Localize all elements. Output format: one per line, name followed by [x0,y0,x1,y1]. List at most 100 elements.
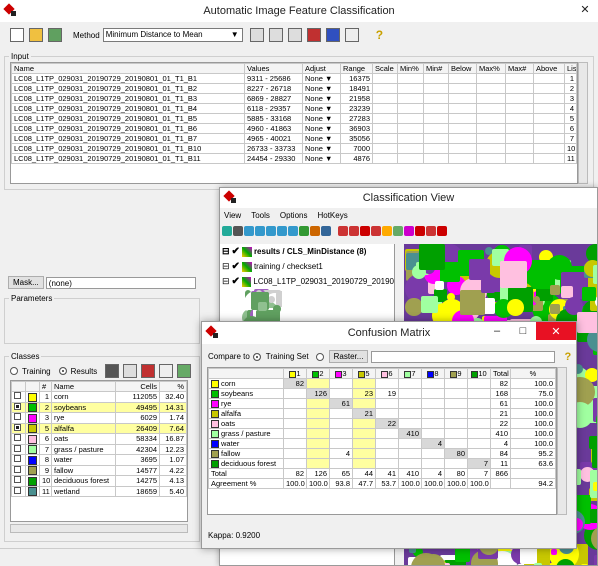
class-checkbox[interactable] [11,412,26,424]
expand-icon[interactable]: ⊟ [222,276,230,287]
layer-item[interactable]: ⊟ ✔ LC08_L1TP_029031_20190729_20190 [220,274,394,289]
maximize-icon[interactable]: □ [510,322,536,340]
method-select[interactable]: Minimum Distance to Mean ▼ [102,28,243,42]
raster-button[interactable]: Raster... [328,350,369,363]
class-row[interactable]: 3 rye 6029 1.74 [11,412,187,424]
matrix-row[interactable]: grass / pasture 410 410 100.0 [208,428,556,440]
table-row[interactable]: LC08_L1TP_029031_20190729_20190801_01_T1… [11,73,577,84]
classes-tool-icon[interactable] [141,364,156,378]
plot-icon[interactable] [344,28,359,42]
mask-value[interactable]: (none) [45,276,196,289]
expand-icon[interactable]: ⊟ [222,261,230,272]
new-icon[interactable] [10,28,24,42]
move-icon[interactable] [415,226,425,236]
grid-icon[interactable] [299,226,309,236]
tree-icon[interactable] [287,28,302,42]
matrix-column-header[interactable]: 7 [398,368,422,379]
input-column-header[interactable]: Above [533,63,565,74]
refresh-icon[interactable] [222,226,232,236]
layer-check-icon[interactable]: ✔ [232,276,240,287]
class-checkbox[interactable] [11,391,26,403]
zoom-full-icon[interactable] [244,226,254,236]
table-row[interactable]: LC08_L1TP_029031_20190729_20190801_01_T1… [11,123,577,134]
zoom-in-icon[interactable] [255,226,265,236]
matrix-row[interactable]: deciduous forest 7 11 63.6 [208,458,556,470]
class-color-swatch[interactable] [25,464,40,477]
matrix-row[interactable]: water 4 4 100.0 [208,438,556,450]
matrix-row[interactable]: soybeans 126 23 19 168 75.0 [208,388,556,400]
class-column-header[interactable]: % [159,381,187,392]
class-checkbox[interactable] [11,464,26,477]
band-adjust[interactable]: None ▼ [302,103,341,114]
zoom-prev-icon[interactable] [288,226,298,236]
class-color-swatch[interactable] [25,454,40,466]
class-row[interactable]: 6 oats 58334 16.87 [11,433,187,445]
class-column-header[interactable] [11,381,26,392]
pen-icon[interactable] [393,226,403,236]
table-row[interactable]: LC08_L1TP_029031_20190729_20190801_01_T1… [11,143,577,154]
matrix-row[interactable]: alfalfa 21 21 100.0 [208,408,556,420]
class-row[interactable]: 9 fallow 14577 4.22 [11,464,187,477]
raster-field[interactable] [371,350,556,363]
input-column-header[interactable]: Max# [505,63,534,74]
pin-icon[interactable] [382,226,392,236]
save-icon[interactable] [105,364,120,378]
class-row[interactable]: 11 wetland 18659 5.40 [11,485,187,498]
tool-icon[interactable] [426,226,436,236]
matrix-row[interactable]: corn 82 82 100.0 [208,377,556,390]
band-adjust[interactable]: None ▼ [302,73,341,84]
table-icon[interactable] [249,28,264,42]
class-column-header[interactable] [25,381,40,392]
class-row[interactable]: 1 corn 112055 32.40 [11,391,187,403]
class-color-swatch[interactable] [25,401,40,414]
input-column-header[interactable]: Min# [423,63,449,74]
matrix-column-header[interactable]: 8 [421,368,445,379]
table-row[interactable]: LC08_L1TP_029031_20190729_20190801_01_T1… [11,113,577,124]
measure-icon[interactable] [310,226,320,236]
layer-item[interactable]: ⊟ ✔ training / checkset1 [220,259,394,274]
minimize-icon[interactable]: – [484,322,510,340]
training-set-radio[interactable] [252,352,261,361]
input-column-header[interactable]: Max% [476,63,506,74]
class-checkbox[interactable] [11,485,26,498]
matrix-column-header[interactable]: Total [490,368,511,379]
class-color-swatch[interactable] [25,433,40,445]
class-row[interactable]: 5 alfalfa 26409 7.64 [11,422,187,435]
band-adjust[interactable]: None ▼ [302,123,341,134]
menu-item-hotkeys[interactable]: HotKeys [317,211,347,220]
class-checkbox[interactable] [11,401,26,414]
run-icon[interactable] [48,28,62,42]
add-layer-icon[interactable] [349,226,359,236]
signature-icon[interactable] [325,28,340,42]
matrix-column-header[interactable]: 1 [283,368,307,379]
class-row[interactable]: 2 soybeans 49495 14.31 [11,401,187,414]
class-checkbox[interactable] [11,443,26,456]
layer-check-icon[interactable]: ✔ [232,261,240,272]
menu-item-tools[interactable]: Tools [251,211,270,220]
input-scrollbar[interactable] [578,62,588,184]
table-row[interactable]: LC08_L1TP_029031_20190729_20190801_01_T1… [11,133,577,144]
lasso-icon[interactable] [437,226,447,236]
menu-item-view[interactable]: View [224,211,241,220]
input-column-header[interactable]: Min% [397,63,424,74]
class-column-header[interactable]: # [39,381,52,392]
matrix-row[interactable]: rye 61 61 100.0 [208,398,556,410]
class-color-swatch[interactable] [25,475,40,487]
matrix-scrollbar[interactable] [557,367,567,515]
matrix-column-header[interactable]: 3 [329,368,353,379]
input-column-header[interactable]: Adjust [302,63,341,74]
zoom-layer-icon[interactable] [277,226,287,236]
list-icon[interactable] [268,28,283,42]
matrix-column-header[interactable]: % [510,368,556,379]
input-column-header[interactable]: Below [448,63,477,74]
band-adjust[interactable]: None ▼ [302,153,341,164]
crosshair-icon[interactable] [360,226,370,236]
band-adjust[interactable]: None ▼ [302,143,341,154]
class-column-header[interactable]: Cells [115,381,160,392]
table-row[interactable]: LC08_L1TP_029031_20190729_20190801_01_T1… [11,103,577,114]
input-column-header[interactable]: Values [244,63,303,74]
input-column-header[interactable]: Scale [372,63,398,74]
class-column-header[interactable]: Name [51,381,116,392]
training-radio[interactable] [10,367,18,375]
expand-icon[interactable]: ⊟ [222,246,230,257]
